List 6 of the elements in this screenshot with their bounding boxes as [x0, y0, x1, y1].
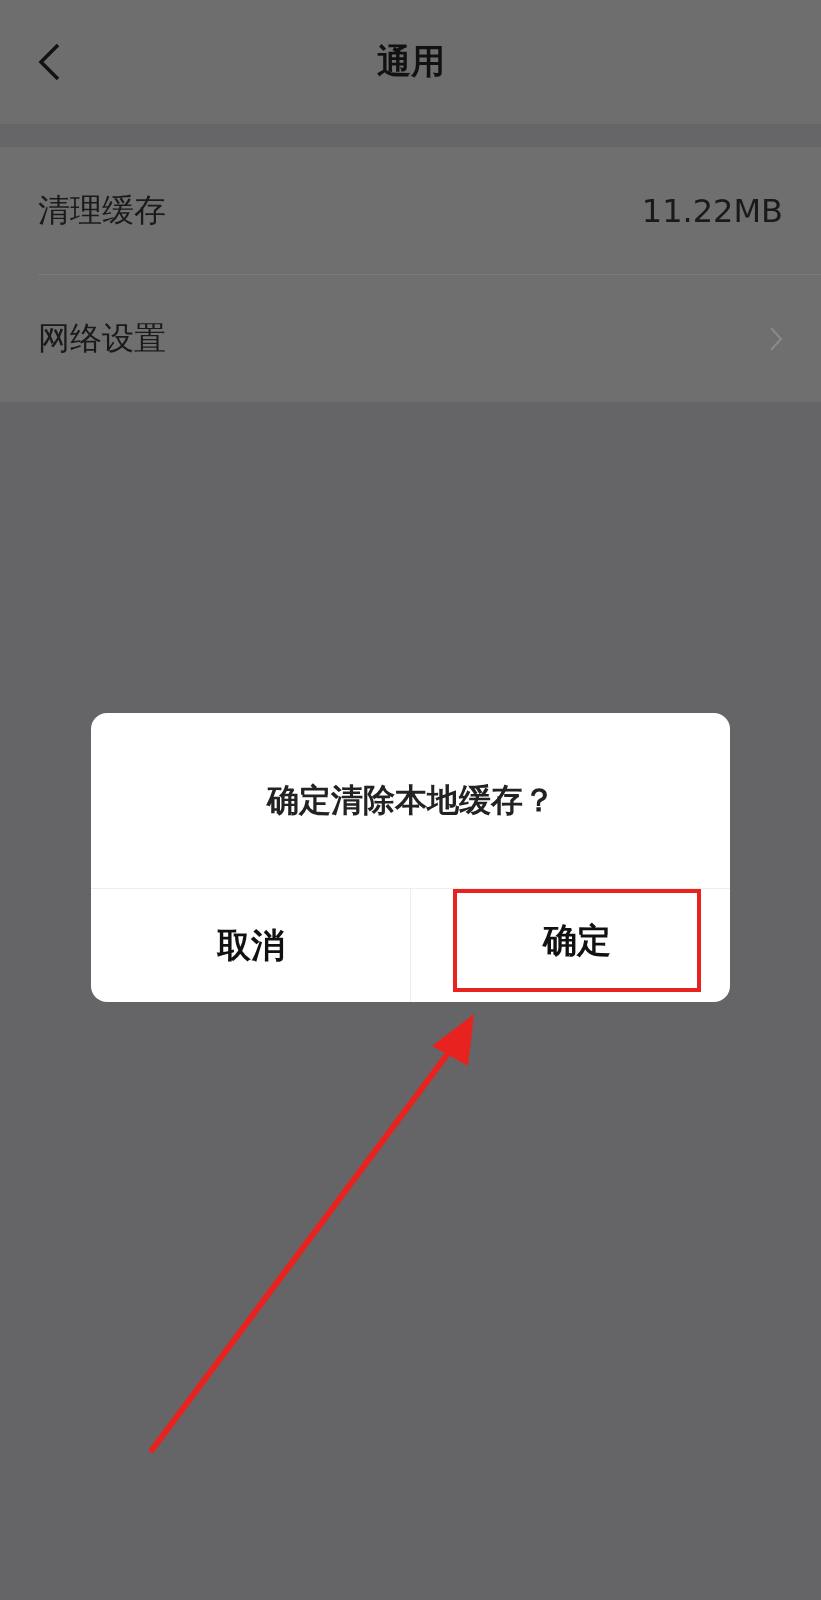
- page-title: 通用: [376, 40, 445, 83]
- back-icon[interactable]: [36, 42, 62, 82]
- chevron-icon: [769, 325, 783, 352]
- cache-size: 11.22MB: [641, 191, 783, 230]
- dialog-button[interactable]: 确定: [452, 889, 701, 992]
- dialog-message: 确定清除本地缓存？: [266, 779, 555, 821]
